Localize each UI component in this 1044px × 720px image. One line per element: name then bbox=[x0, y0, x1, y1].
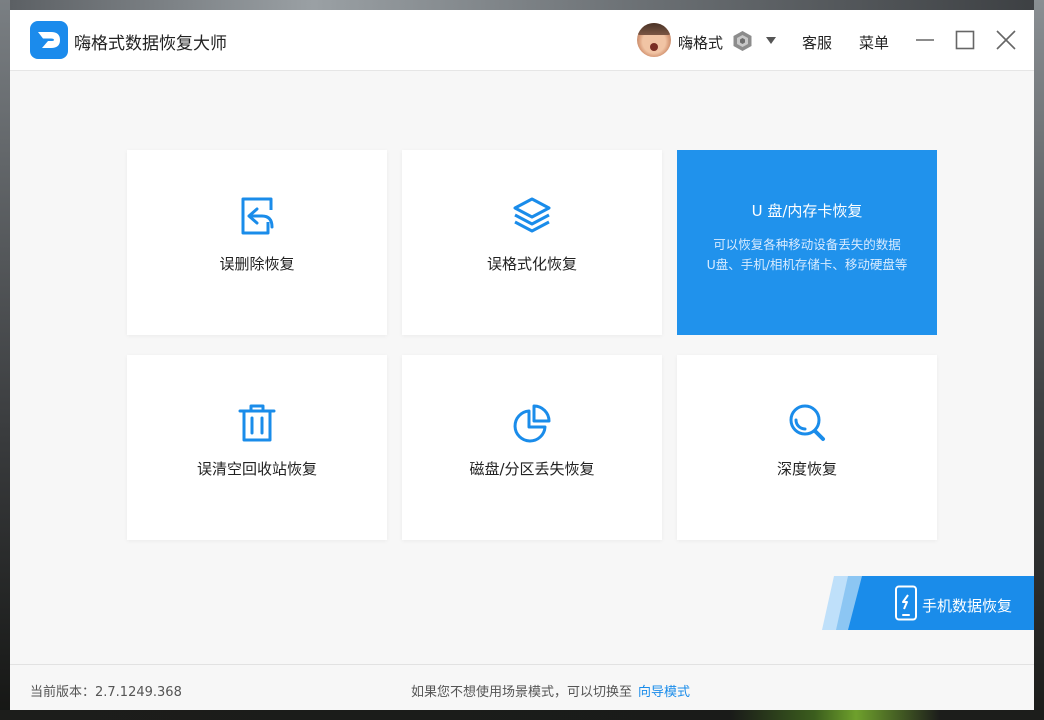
desktop-strip-bottom bbox=[0, 710, 1044, 720]
card-partition-recovery[interactable]: 磁盘/分区丢失恢复 bbox=[402, 355, 662, 540]
maximize-icon[interactable] bbox=[953, 28, 977, 52]
pie-chart-icon bbox=[513, 404, 551, 443]
minimize-icon[interactable] bbox=[913, 28, 937, 52]
magnifier-icon bbox=[789, 404, 825, 441]
mode-hint: 如果您不想使用场景模式，可以切换至 向导模式 bbox=[411, 681, 690, 700]
card-deleted-recovery[interactable]: 误删除恢复 bbox=[127, 150, 387, 335]
wizard-mode-link[interactable]: 向导模式 bbox=[638, 685, 690, 700]
trash-icon bbox=[238, 404, 276, 442]
card-label: 磁盘/分区丢失恢复 bbox=[469, 460, 595, 478]
user-dropdown-chevron-icon[interactable] bbox=[766, 37, 776, 44]
layers-icon bbox=[513, 197, 551, 233]
desktop-strip-top bbox=[0, 0, 1044, 10]
card-recycle-bin-recovery[interactable]: 误清空回收站恢复 bbox=[127, 355, 387, 540]
card-label: 深度恢复 bbox=[776, 460, 837, 478]
vip-badge-icon bbox=[733, 31, 752, 51]
card-label: 误格式化恢复 bbox=[486, 255, 577, 273]
close-icon[interactable] bbox=[994, 28, 1018, 52]
mobile-recovery-label: 手机数据恢复 bbox=[922, 597, 1013, 615]
version-text: 当前版本：2.7.1249.368 bbox=[30, 685, 182, 700]
mode-hint-text: 如果您不想使用场景模式，可以切换至 bbox=[411, 685, 633, 700]
card-description-line-1: 可以恢复各种移动设备丢失的数据 bbox=[713, 237, 901, 252]
mobile-recovery-button[interactable]: 手机数据恢复 bbox=[822, 576, 1034, 630]
document-restore-icon bbox=[241, 197, 274, 235]
username[interactable]: 嗨格式 bbox=[678, 32, 723, 53]
menu-button[interactable]: 菜单 bbox=[859, 32, 889, 53]
desktop-strip-right bbox=[1034, 0, 1044, 720]
card-usb-memory-card-recovery[interactable]: U 盘/内存卡恢复 可以恢复各种移动设备丢失的数据 U盘、手机/相机存储卡、移动… bbox=[677, 150, 937, 335]
title-bar[interactable]: 嗨格式数据恢复大师 嗨格式 客服 菜单 bbox=[10, 10, 1034, 71]
card-title: U 盘/内存卡恢复 bbox=[751, 202, 863, 220]
card-label: 误删除恢复 bbox=[219, 255, 295, 273]
card-format-recovery[interactable]: 误格式化恢复 bbox=[402, 150, 662, 335]
card-label: 误清空回收站恢复 bbox=[196, 460, 317, 478]
card-deep-recovery[interactable]: 深度恢复 bbox=[677, 355, 937, 540]
app-logo-icon bbox=[30, 21, 68, 59]
phone-icon bbox=[895, 585, 917, 621]
support-button[interactable]: 客服 bbox=[802, 32, 832, 53]
app-title: 嗨格式数据恢复大师 bbox=[74, 34, 227, 54]
status-bar: 当前版本：2.7.1249.368 如果您不想使用场景模式，可以切换至 向导模式 bbox=[10, 664, 1034, 710]
card-description-line-2: U盘、手机/相机存储卡、移动硬盘等 bbox=[706, 257, 908, 272]
user-avatar[interactable] bbox=[637, 23, 671, 57]
desktop-strip-left bbox=[0, 0, 10, 720]
app-window: 嗨格式数据恢复大师 嗨格式 客服 菜单 误删除恢复 误格式化恢复 U 盘/内存卡… bbox=[10, 10, 1034, 710]
